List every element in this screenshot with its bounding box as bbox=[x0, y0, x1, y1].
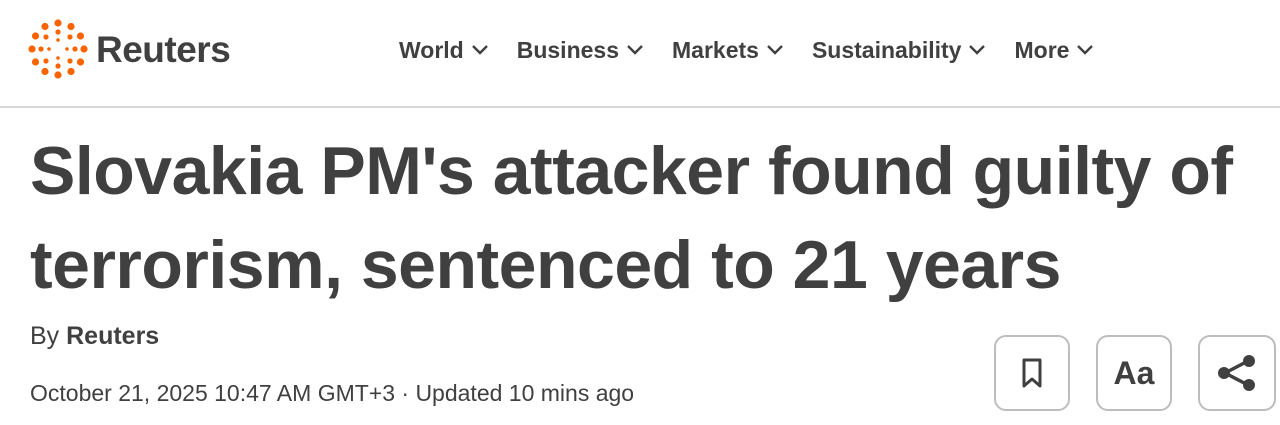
byline-prefix: By bbox=[30, 322, 67, 350]
nav-item-world[interactable]: World bbox=[399, 37, 489, 64]
nav-item-more[interactable]: More bbox=[1014, 37, 1094, 64]
text-size-button[interactable]: Aa bbox=[1096, 335, 1172, 411]
nav-item-label: World bbox=[399, 36, 464, 63]
nav-item-label: Markets bbox=[672, 36, 759, 63]
chevron-down-icon bbox=[1076, 44, 1094, 56]
brand-name: Reuters bbox=[96, 28, 231, 70]
article-headline: Slovakia PM's attacker found guilty of t… bbox=[30, 124, 1260, 312]
nav-item-label: Sustainability bbox=[811, 36, 962, 63]
author-link[interactable]: Reuters bbox=[66, 322, 159, 350]
article-dateline: October 21, 2025 10:47 AM GMT+3 · Update… bbox=[30, 380, 635, 406]
nav-item-label: More bbox=[1014, 36, 1070, 63]
byline: By Reuters bbox=[30, 322, 159, 351]
reuters-logo[interactable]: Reuters bbox=[28, 18, 231, 80]
reuters-logo-mark bbox=[28, 19, 88, 79]
chevron-down-icon bbox=[626, 44, 644, 56]
bookmark-icon bbox=[1022, 358, 1042, 388]
nav-item-markets[interactable]: Markets bbox=[672, 37, 784, 64]
main-nav: World Business Markets Sustainability Mo… bbox=[399, 30, 1122, 70]
site-header: Reuters World Business Markets Sustainab… bbox=[0, 0, 1280, 108]
bookmark-button[interactable] bbox=[994, 335, 1070, 411]
share-icon bbox=[1218, 355, 1255, 391]
chevron-down-icon bbox=[471, 44, 489, 56]
nav-item-label: Business bbox=[516, 36, 619, 63]
chevron-down-icon bbox=[968, 44, 986, 56]
headline-line-2: terrorism, sentenced to 21 years bbox=[30, 227, 1061, 303]
chevron-down-icon bbox=[766, 44, 784, 56]
share-button[interactable] bbox=[1198, 335, 1276, 411]
nav-item-business[interactable]: Business bbox=[517, 37, 644, 64]
headline-line-1: Slovakia PM's attacker found guilty of bbox=[30, 133, 1233, 209]
article-tools: Aa bbox=[994, 335, 1276, 411]
nav-item-sustainability[interactable]: Sustainability bbox=[812, 37, 987, 64]
text-size-label: Aa bbox=[1113, 354, 1155, 391]
